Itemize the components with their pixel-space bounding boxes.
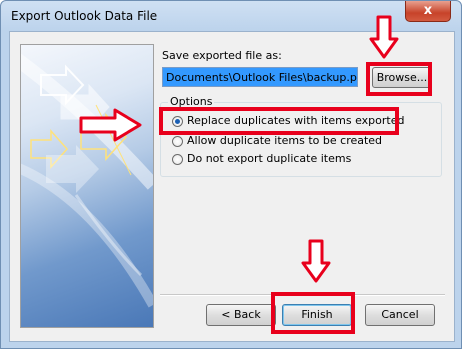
banner-arrows-graphic — [21, 53, 153, 308]
cancel-button[interactable]: Cancel — [365, 304, 435, 326]
radio-do-not-export[interactable] — [172, 154, 183, 165]
replace-option-highlight-box — [159, 107, 399, 135]
back-button[interactable]: < Back — [206, 304, 276, 326]
finish-down-arrow-icon — [301, 239, 331, 283]
replace-right-arrow-icon — [79, 108, 142, 142]
file-path-value: Documents\Outlook Files\backup.pst — [166, 71, 357, 84]
save-as-label: Save exported file as: — [162, 49, 282, 62]
wizard-banner-image — [20, 44, 154, 328]
browse-highlight-box — [366, 62, 432, 96]
window-title: Export Outlook Data File — [11, 9, 158, 23]
browse-down-arrow-icon — [369, 15, 399, 59]
option-allow-label[interactable]: Allow duplicate items to be created — [187, 134, 382, 147]
close-button[interactable]: x — [405, 1, 451, 22]
export-dialog-window: Export Outlook Data File x Save exported… — [0, 0, 462, 349]
radio-allow-duplicates[interactable] — [172, 136, 183, 147]
file-path-input[interactable]: Documents\Outlook Files\backup.pst — [162, 67, 358, 87]
option-do-not-export-label[interactable]: Do not export duplicate items — [187, 152, 351, 165]
finish-highlight-box — [271, 292, 355, 334]
